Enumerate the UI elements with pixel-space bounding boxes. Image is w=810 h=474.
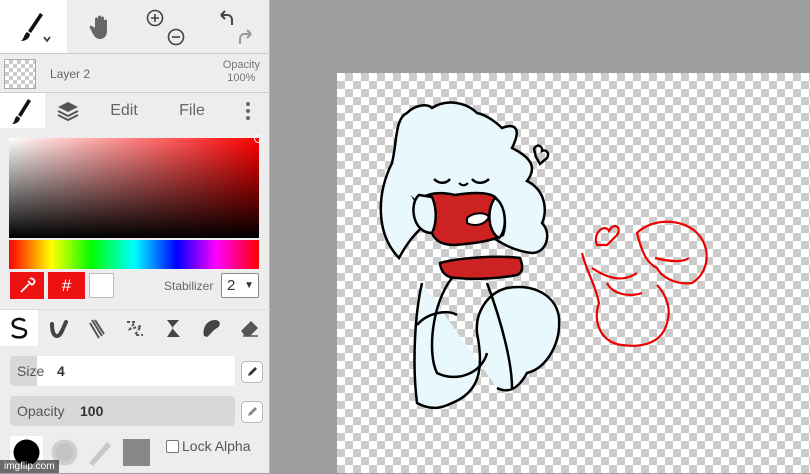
stabilizer-label: Stabilizer bbox=[164, 279, 214, 293]
stitch-brush-icon bbox=[127, 321, 144, 336]
layer-opacity-label: Opacity bbox=[222, 59, 260, 71]
opacity-slider[interactable]: Opacity 100 bbox=[10, 396, 235, 426]
tab-file[interactable]: File bbox=[158, 93, 226, 128]
zoom-icons bbox=[146, 9, 184, 45]
layer-bar[interactable]: Layer 2 Opacity 100% bbox=[0, 53, 270, 93]
brush-fill[interactable] bbox=[154, 310, 192, 346]
brush-pen[interactable] bbox=[0, 310, 38, 346]
layer-opacity-value: 100% bbox=[227, 72, 256, 84]
pen-stroke-icon bbox=[11, 317, 28, 339]
red-sketch-head bbox=[635, 220, 708, 285]
panel-tabs: Edit File bbox=[0, 93, 270, 128]
undo-icon bbox=[219, 9, 233, 25]
hex-input-button[interactable]: # bbox=[48, 272, 85, 299]
red-sketch-hand bbox=[594, 224, 620, 247]
secondary-color-swatch[interactable] bbox=[89, 273, 114, 298]
red-shorts bbox=[438, 255, 524, 281]
body-legs bbox=[413, 282, 561, 410]
pencil-tip-icon bbox=[89, 442, 111, 466]
brush-type-row bbox=[0, 309, 270, 346]
undo-redo-icons bbox=[219, 9, 252, 44]
eraser-icon bbox=[241, 321, 258, 337]
drawing-artwork bbox=[379, 101, 708, 410]
brush-icon bbox=[11, 98, 31, 124]
lock-alpha-toggle[interactable]: Lock Alpha bbox=[166, 438, 251, 454]
brush-stitch[interactable] bbox=[116, 310, 154, 346]
zoom-controls bbox=[134, 0, 201, 53]
opacity-pressure-toggle[interactable] bbox=[241, 401, 263, 423]
brush-eraser[interactable] bbox=[230, 310, 268, 346]
tip-square[interactable] bbox=[120, 436, 153, 469]
top-toolbar bbox=[0, 0, 270, 53]
eyedropper-icon bbox=[20, 277, 36, 293]
hand-icon bbox=[89, 15, 107, 39]
ink-brush-icon bbox=[50, 320, 68, 339]
zoom-in-icon bbox=[146, 9, 163, 26]
stabilizer-value: 2 bbox=[227, 277, 236, 294]
eyedropper-button[interactable] bbox=[10, 272, 44, 299]
watermark: imgflip.com bbox=[0, 460, 59, 473]
hue-slider[interactable] bbox=[9, 240, 259, 269]
opacity-value: 100 bbox=[80, 403, 104, 419]
lock-alpha-checkbox[interactable] bbox=[166, 439, 179, 453]
layer-opacity[interactable]: Opacity 100% bbox=[223, 59, 260, 85]
color-picker-knob[interactable] bbox=[254, 134, 263, 143]
square-tip-icon bbox=[123, 439, 150, 466]
drawing-canvas[interactable] bbox=[337, 73, 810, 473]
undo-redo-controls bbox=[201, 0, 270, 53]
chevron-down-icon: ▼ bbox=[244, 280, 254, 291]
zoom-out-icon bbox=[167, 28, 184, 45]
brush-texture[interactable] bbox=[78, 310, 116, 346]
size-label: Size bbox=[17, 363, 45, 379]
size-pressure-toggle[interactable] bbox=[241, 361, 263, 383]
opacity-label: Opacity bbox=[17, 403, 65, 419]
brush-tool-button[interactable] bbox=[0, 0, 67, 53]
brush-icon bbox=[20, 12, 51, 42]
tab-edit[interactable]: Edit bbox=[90, 93, 158, 128]
stabilizer-select[interactable]: 2 ▼ bbox=[221, 273, 259, 298]
lock-alpha-label: Lock Alpha bbox=[182, 438, 251, 454]
layers-icon bbox=[57, 101, 78, 121]
texture-brush-icon bbox=[89, 319, 105, 339]
tip-pencil[interactable] bbox=[83, 436, 116, 469]
size-value: 4 bbox=[57, 363, 65, 379]
heart-mark bbox=[532, 144, 550, 166]
layer-name: Layer 2 bbox=[50, 67, 91, 81]
redo-icon bbox=[238, 28, 252, 44]
color-picker-area[interactable] bbox=[9, 134, 263, 238]
more-icon bbox=[246, 101, 250, 120]
brush-blur[interactable] bbox=[192, 310, 230, 346]
pen-pressure-icon bbox=[248, 367, 257, 376]
hand-tool-button[interactable] bbox=[67, 0, 134, 53]
side-panel: Layer 2 Opacity 100% Edit File # Stabili… bbox=[0, 0, 270, 473]
red-sketch-legs bbox=[591, 256, 690, 297]
size-slider[interactable]: Size 4 bbox=[10, 356, 235, 386]
brush-ink[interactable] bbox=[40, 310, 78, 346]
tab-layers[interactable] bbox=[45, 93, 90, 128]
pen-pressure-icon bbox=[248, 407, 257, 416]
fill-brush-icon bbox=[167, 320, 180, 337]
layer-thumbnail[interactable] bbox=[4, 59, 36, 89]
tab-brush[interactable] bbox=[0, 93, 45, 128]
blur-brush-icon bbox=[203, 320, 220, 337]
tab-more[interactable] bbox=[226, 93, 270, 128]
